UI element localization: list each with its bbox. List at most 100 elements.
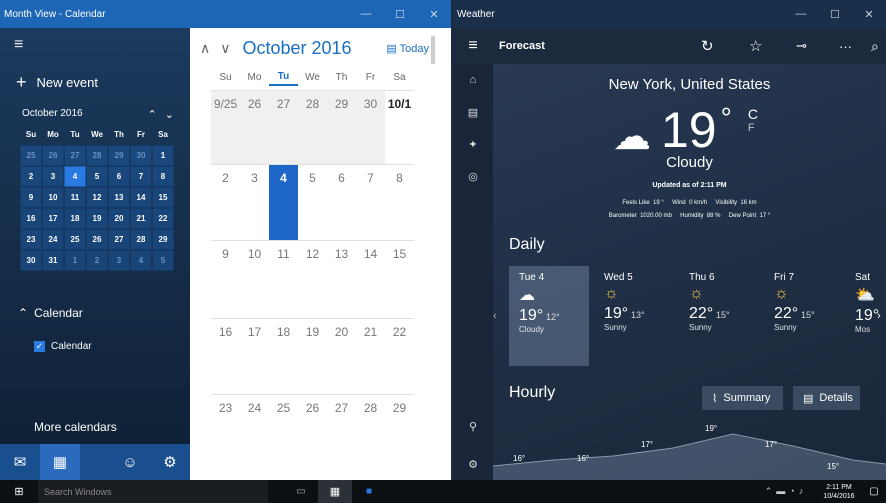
chevron-up-icon[interactable]: ⌃ bbox=[148, 109, 165, 121]
mini-day-cell[interactable]: 13 bbox=[108, 187, 130, 208]
mini-day-cell[interactable]: 4 bbox=[130, 250, 152, 271]
account-icon[interactable]: ⚲ bbox=[453, 410, 493, 442]
day-cell[interactable]: 22 bbox=[385, 319, 414, 394]
mini-day-cell[interactable]: 21 bbox=[130, 208, 152, 229]
calendar-checkbox-item[interactable]: ✓ Calendar bbox=[34, 341, 92, 352]
day-cell[interactable]: 20 bbox=[327, 319, 356, 394]
mini-day-cell[interactable]: 23 bbox=[20, 229, 42, 250]
mini-day-cell[interactable]: 8 bbox=[152, 166, 174, 187]
mail-icon[interactable]: ✉ bbox=[0, 453, 40, 471]
day-cell[interactable]: 17 bbox=[240, 319, 269, 394]
daily-forecast-card[interactable]: Sat ⛅ 19° Mos bbox=[845, 266, 886, 366]
day-cell[interactable]: 9 bbox=[211, 241, 240, 318]
system-tray-icons[interactable]: ⌃▬◔♪ bbox=[756, 480, 816, 503]
feedback-smiley-icon[interactable]: ☺ bbox=[110, 454, 150, 471]
mini-day-cell[interactable]: 6 bbox=[108, 166, 130, 187]
pin-icon[interactable]: ⊸ bbox=[796, 38, 807, 54]
more-calendars-link[interactable]: More calendars bbox=[34, 420, 117, 434]
mini-day-cell[interactable]: 5 bbox=[86, 166, 108, 187]
mini-day-cell[interactable]: 29 bbox=[152, 229, 174, 250]
mini-day-cell[interactable]: 7 bbox=[130, 166, 152, 187]
day-cell[interactable]: 27 bbox=[269, 91, 298, 164]
day-cell[interactable]: 29 bbox=[327, 91, 356, 164]
mini-day-cell[interactable]: 16 bbox=[20, 208, 42, 229]
mini-day-cell[interactable]: 28 bbox=[86, 145, 108, 166]
places-icon[interactable]: ✦ bbox=[453, 128, 493, 160]
previous-month-icon[interactable]: ∧ bbox=[200, 40, 210, 57]
mini-day-cell[interactable]: 15 bbox=[152, 187, 174, 208]
mini-day-cell[interactable]: 1 bbox=[152, 145, 174, 166]
day-cell[interactable]: 2 bbox=[211, 165, 240, 240]
chevron-down-icon[interactable]: ⌄ bbox=[165, 109, 182, 121]
mini-day-cell[interactable]: 3 bbox=[42, 166, 64, 187]
day-cell[interactable]: 10 bbox=[240, 241, 269, 318]
day-cell[interactable]: 29 bbox=[385, 395, 414, 450]
day-cell[interactable]: 7 bbox=[356, 165, 385, 240]
day-cell[interactable]: 26 bbox=[240, 91, 269, 164]
mini-day-cell[interactable]: 17 bbox=[42, 208, 64, 229]
mini-day-cell[interactable]: 2 bbox=[86, 250, 108, 271]
day-cell[interactable]: 5 bbox=[298, 165, 327, 240]
day-cell[interactable]: 18 bbox=[269, 319, 298, 394]
unit-fahrenheit-button[interactable]: F bbox=[748, 122, 758, 134]
calendar-icon[interactable]: ▦ bbox=[40, 444, 80, 480]
day-cell[interactable]: 26 bbox=[298, 395, 327, 450]
world-icon[interactable]: ◎ bbox=[453, 160, 493, 192]
clock[interactable]: 2:11 PM 10/4/2016 bbox=[816, 480, 862, 503]
mini-day-cell[interactable]: 2 bbox=[20, 166, 42, 187]
close-icon[interactable]: ✕ bbox=[852, 0, 886, 28]
day-cell[interactable]: 19 bbox=[298, 319, 327, 394]
maximize-icon[interactable]: ☐ bbox=[383, 0, 417, 28]
settings-gear-icon[interactable]: ⚙ bbox=[150, 453, 190, 471]
next-month-icon[interactable]: ∨ bbox=[220, 40, 230, 57]
scroll-left-icon[interactable]: ‹ bbox=[493, 310, 497, 322]
mini-day-cell[interactable]: 10 bbox=[42, 187, 64, 208]
day-cell[interactable]: 10/1 bbox=[385, 91, 414, 164]
day-cell[interactable]: 30 bbox=[356, 91, 385, 164]
day-cell[interactable]: 6 bbox=[327, 165, 356, 240]
day-cell[interactable]: 15 bbox=[385, 241, 414, 318]
unit-celsius-button[interactable]: C bbox=[748, 106, 758, 122]
day-cell[interactable]: 14 bbox=[356, 241, 385, 318]
mini-day-cell[interactable]: 4 bbox=[64, 166, 86, 187]
search-icon[interactable]: ⌕ bbox=[871, 38, 879, 55]
favorite-star-icon[interactable]: ☆ bbox=[749, 37, 762, 55]
checkbox-checked-icon[interactable]: ✓ bbox=[34, 341, 45, 352]
mini-day-cell[interactable]: 5 bbox=[152, 250, 174, 271]
mini-day-cell[interactable]: 20 bbox=[108, 208, 130, 229]
details-button[interactable]: ▤ Details bbox=[793, 386, 860, 410]
day-cell[interactable]: 28 bbox=[298, 91, 327, 164]
mini-day-cell[interactable]: 9 bbox=[20, 187, 42, 208]
mini-day-cell[interactable]: 27 bbox=[64, 145, 86, 166]
mini-day-cell[interactable]: 11 bbox=[64, 187, 86, 208]
mini-day-cell[interactable]: 22 bbox=[152, 208, 174, 229]
calendar-section-toggle[interactable]: ⌃ Calendar bbox=[18, 306, 83, 320]
mini-day-cell[interactable]: 25 bbox=[20, 145, 42, 166]
mini-day-cell[interactable]: 3 bbox=[108, 250, 130, 271]
day-cell[interactable]: 11 bbox=[269, 241, 298, 318]
refresh-icon[interactable]: ↻ bbox=[701, 37, 714, 55]
minimize-icon[interactable]: — bbox=[349, 0, 383, 28]
today-button[interactable]: ▤ Today bbox=[386, 42, 429, 55]
day-cell[interactable]: 27 bbox=[327, 395, 356, 450]
new-event-button[interactable]: + New event bbox=[16, 72, 98, 93]
calendar-scrollbar[interactable] bbox=[431, 36, 435, 64]
minimize-icon[interactable]: — bbox=[784, 0, 818, 28]
mini-day-cell[interactable]: 28 bbox=[130, 229, 152, 250]
maximize-icon[interactable]: ☐ bbox=[818, 0, 852, 28]
day-cell[interactable]: 9/25 bbox=[211, 91, 240, 164]
mini-day-cell[interactable]: 30 bbox=[130, 145, 152, 166]
day-cell[interactable]: 16 bbox=[211, 319, 240, 394]
day-cell[interactable]: 28 bbox=[356, 395, 385, 450]
mini-day-cell[interactable]: 31 bbox=[42, 250, 64, 271]
day-cell[interactable]: 4 bbox=[269, 165, 298, 240]
day-cell[interactable]: 21 bbox=[356, 319, 385, 394]
mini-day-cell[interactable]: 19 bbox=[86, 208, 108, 229]
hamburger-menu-icon[interactable]: ≡ bbox=[453, 37, 493, 55]
calendar-taskbar-icon[interactable]: ▦ bbox=[318, 480, 352, 503]
mini-day-cell[interactable]: 26 bbox=[86, 229, 108, 250]
day-cell[interactable]: 8 bbox=[385, 165, 414, 240]
mini-day-cell[interactable]: 18 bbox=[64, 208, 86, 229]
day-cell[interactable]: 13 bbox=[327, 241, 356, 318]
close-icon[interactable]: ✕ bbox=[417, 0, 451, 28]
